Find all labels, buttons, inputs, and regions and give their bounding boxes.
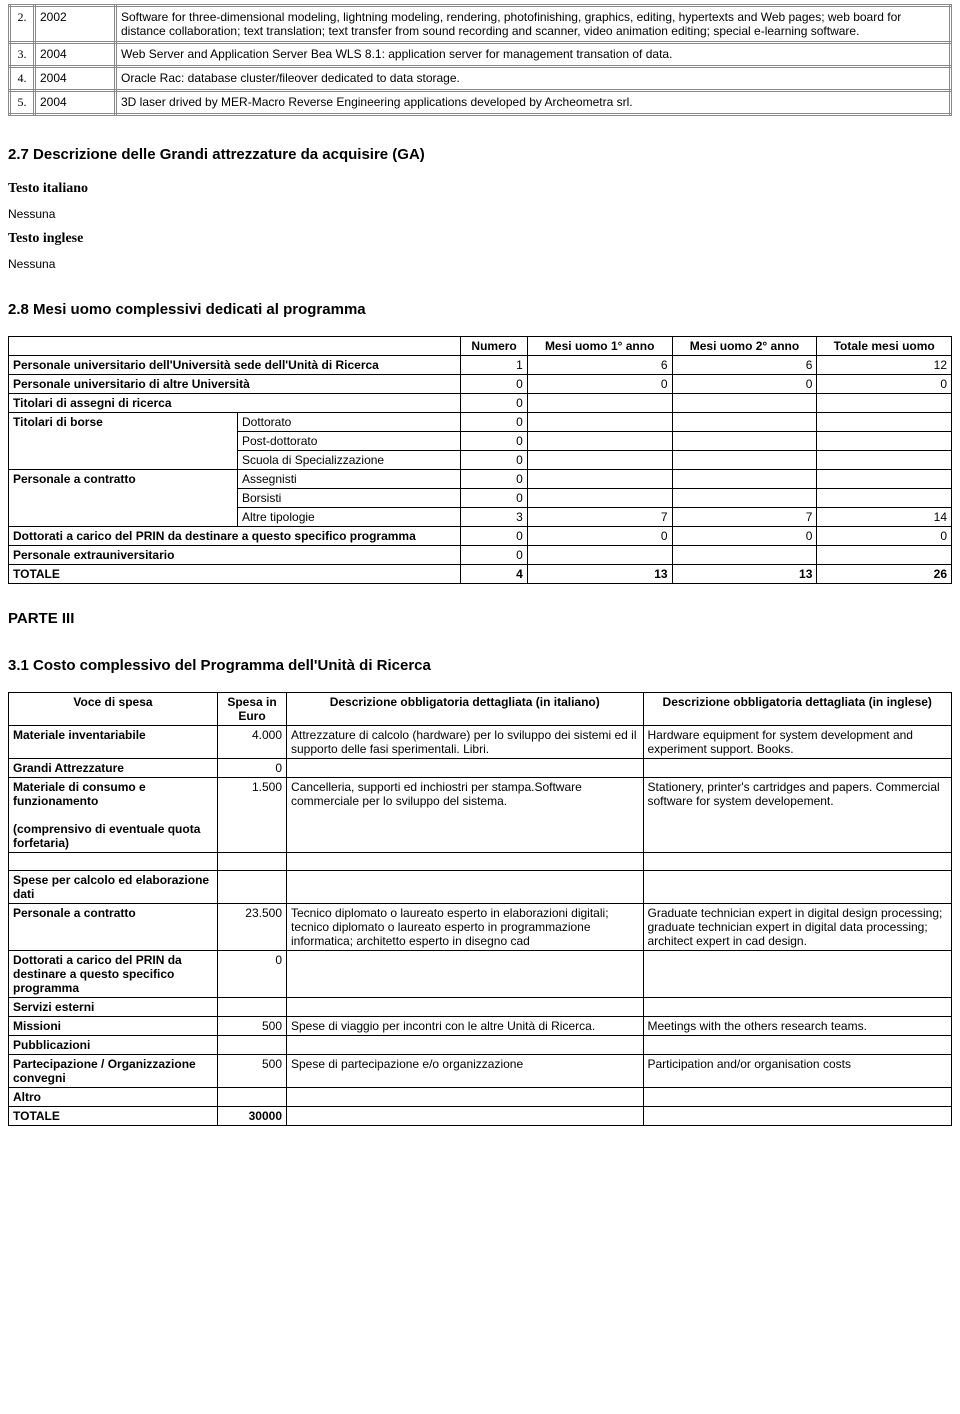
row-label: Personale universitario di altre Univers… <box>9 375 461 394</box>
label-testo-inglese: Testo inglese <box>8 231 952 247</box>
table-row: Personale a contratto 23.500 Tecnico dip… <box>9 904 952 951</box>
table-row-spacer <box>9 853 952 871</box>
voce: Partecipazione / Organizzazione convegni <box>9 1055 218 1088</box>
table-row: Personale universitario dell'Università … <box>9 356 952 375</box>
equipment-table: 2. 2002 Software for three-dimensional m… <box>8 4 952 116</box>
table-row: 5. 2004 3D laser drived by MER-Macro Rev… <box>10 91 951 115</box>
col-numero: Numero <box>461 337 527 356</box>
voce: Pubblicazioni <box>9 1036 218 1055</box>
row-desc: Software for three-dimensional modeling,… <box>116 6 951 43</box>
mesi-uomo-table: Numero Mesi uomo 1° anno Mesi uomo 2° an… <box>8 336 952 584</box>
section-2-7-title: 2.7 Descrizione delle Grandi attrezzatur… <box>8 146 952 163</box>
row-year: 2002 <box>35 6 116 43</box>
row-label: Personale universitario dell'Università … <box>9 356 461 375</box>
row-year: 2004 <box>35 91 116 115</box>
row-desc: 3D laser drived by MER-Macro Reverse Eng… <box>116 91 951 115</box>
table-row: 2. 2002 Software for three-dimensional m… <box>10 6 951 43</box>
voce: Dottorati a carico del PRIN da destinare… <box>9 951 218 998</box>
table-header: Numero Mesi uomo 1° anno Mesi uomo 2° an… <box>9 337 952 356</box>
row-label: TOTALE <box>9 565 461 584</box>
voce: Grandi Attrezzature <box>9 759 218 778</box>
row-sublabel: Post-dottorato <box>238 432 461 451</box>
row-sublabel: Altre tipologie <box>238 508 461 527</box>
row-label: Titolari di borse <box>9 413 238 470</box>
table-row: 4. 2004 Oracle Rac: database cluster/fil… <box>10 67 951 91</box>
table-row: Spese per calcolo ed elaborazione dati <box>9 871 952 904</box>
table-row: Titolari di assegni di ricerca 0 <box>9 394 952 413</box>
table-header: Voce di spesa Spesa in Euro Descrizione … <box>9 693 952 726</box>
row-label: Titolari di assegni di ricerca <box>9 394 461 413</box>
table-row: Materiale inventariabile 4.000 Attrezzat… <box>9 726 952 759</box>
table-row: Dottorati a carico del PRIN da destinare… <box>9 951 952 998</box>
row-num: 5. <box>10 91 35 115</box>
col-totale: Totale mesi uomo <box>817 337 952 356</box>
row-label: Personale extrauniversitario <box>9 546 461 565</box>
row-sublabel: Dottorato <box>238 413 461 432</box>
col-mesi2: Mesi uomo 2° anno <box>672 337 817 356</box>
table-row: Grandi Attrezzature 0 <box>9 759 952 778</box>
table-row: Dottorati a carico del PRIN da destinare… <box>9 527 952 546</box>
col-desc-it: Descrizione obbligatoria dettagliata (in… <box>287 693 644 726</box>
row-desc: Oracle Rac: database cluster/fileover de… <box>116 67 951 91</box>
table-row: Partecipazione / Organizzazione convegni… <box>9 1055 952 1088</box>
voce: Spese per calcolo ed elaborazione dati <box>9 871 218 904</box>
table-row: Titolari di borse Dottorato 0 <box>9 413 952 432</box>
table-row: Personale a contratto Assegnisti 0 <box>9 470 952 489</box>
row-sublabel: Scuola di Specializzazione <box>238 451 461 470</box>
row-desc: Web Server and Application Server Bea WL… <box>116 43 951 67</box>
section-2-8-title: 2.8 Mesi uomo complessivi dedicati al pr… <box>8 301 952 318</box>
table-row: Altro <box>9 1088 952 1107</box>
col-mesi1: Mesi uomo 1° anno <box>527 337 672 356</box>
row-label: Dottorati a carico del PRIN da destinare… <box>9 527 461 546</box>
costo-table: Voce di spesa Spesa in Euro Descrizione … <box>8 692 952 1126</box>
voce: Servizi esterni <box>9 998 218 1017</box>
row-year: 2004 <box>35 43 116 67</box>
table-row-totale: TOTALE 30000 <box>9 1107 952 1126</box>
table-row: 3. 2004 Web Server and Application Serve… <box>10 43 951 67</box>
table-row: Personale universitario di altre Univers… <box>9 375 952 394</box>
table-row: Missioni 500 Spese di viaggio per incont… <box>9 1017 952 1036</box>
table-row: Pubblicazioni <box>9 1036 952 1055</box>
voce: TOTALE <box>9 1107 218 1126</box>
col-voce: Voce di spesa <box>9 693 218 726</box>
value-testo-italiano: Nessuna <box>8 207 952 221</box>
row-num: 4. <box>10 67 35 91</box>
section-3-1-title: 3.1 Costo complessivo del Programma dell… <box>8 657 952 674</box>
voce: Materiale di consumo e funzionamento (co… <box>9 778 218 853</box>
row-sublabel: Borsisti <box>238 489 461 508</box>
parte-3-title: PARTE III <box>8 610 952 627</box>
col-euro: Spesa in Euro <box>218 693 287 726</box>
table-row: Personale extrauniversitario 0 <box>9 546 952 565</box>
voce: Missioni <box>9 1017 218 1036</box>
row-num: 2. <box>10 6 35 43</box>
row-year: 2004 <box>35 67 116 91</box>
row-sublabel: Assegnisti <box>238 470 461 489</box>
label-testo-italiano: Testo italiano <box>8 181 952 197</box>
table-row: Servizi esterni <box>9 998 952 1017</box>
row-label: Personale a contratto <box>9 470 238 527</box>
table-row-totale: TOTALE 4 13 13 26 <box>9 565 952 584</box>
voce: Materiale inventariabile <box>9 726 218 759</box>
value-testo-inglese: Nessuna <box>8 257 952 271</box>
col-desc-en: Descrizione obbligatoria dettagliata (in… <box>643 693 952 726</box>
row-num: 3. <box>10 43 35 67</box>
voce: Personale a contratto <box>9 904 218 951</box>
voce: Altro <box>9 1088 218 1107</box>
table-row: Materiale di consumo e funzionamento (co… <box>9 778 952 853</box>
